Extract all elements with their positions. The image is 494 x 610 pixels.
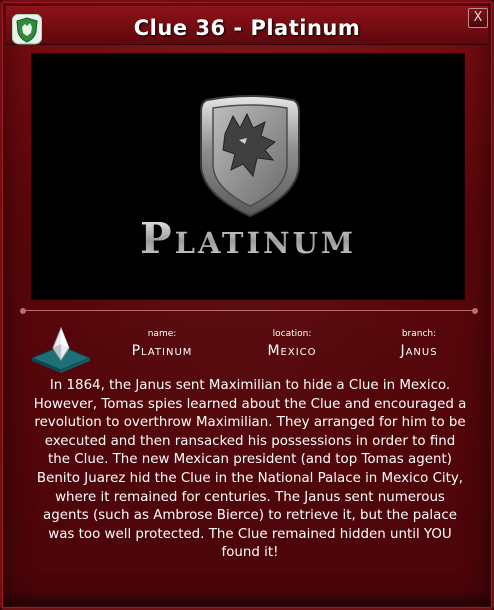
- divider: [20, 308, 478, 314]
- location-label: location:: [272, 329, 312, 339]
- banner-title: Platinum: [32, 214, 464, 263]
- title-bar: Clue 36 - Platinum: [6, 6, 488, 45]
- clue-banner: Platinum: [32, 54, 464, 299]
- clue-description: In 1864, the Janus sent Maximilian to hi…: [33, 378, 467, 561]
- wolf-shield-icon: [200, 95, 300, 218]
- location-value: Mexico: [267, 343, 317, 359]
- info-branch: branch: Janus: [354, 328, 484, 360]
- window-title: Clue 36 - Platinum: [133, 16, 361, 40]
- info-location: location: Mexico: [227, 328, 357, 360]
- name-label: name:: [147, 329, 177, 339]
- close-button[interactable]: X: [468, 8, 488, 28]
- name-value: Platinum: [131, 343, 193, 359]
- branch-label: branch:: [401, 329, 437, 339]
- window-bottom-edge: [4, 592, 490, 606]
- platinum-gem-icon: [30, 326, 92, 373]
- clue-window: Clue 36 - Platinum X Platinum name: Plat…: [0, 0, 494, 610]
- shield-badge-icon: [12, 14, 42, 45]
- branch-value: Janus: [400, 343, 438, 359]
- info-name: name: Platinum: [97, 328, 227, 360]
